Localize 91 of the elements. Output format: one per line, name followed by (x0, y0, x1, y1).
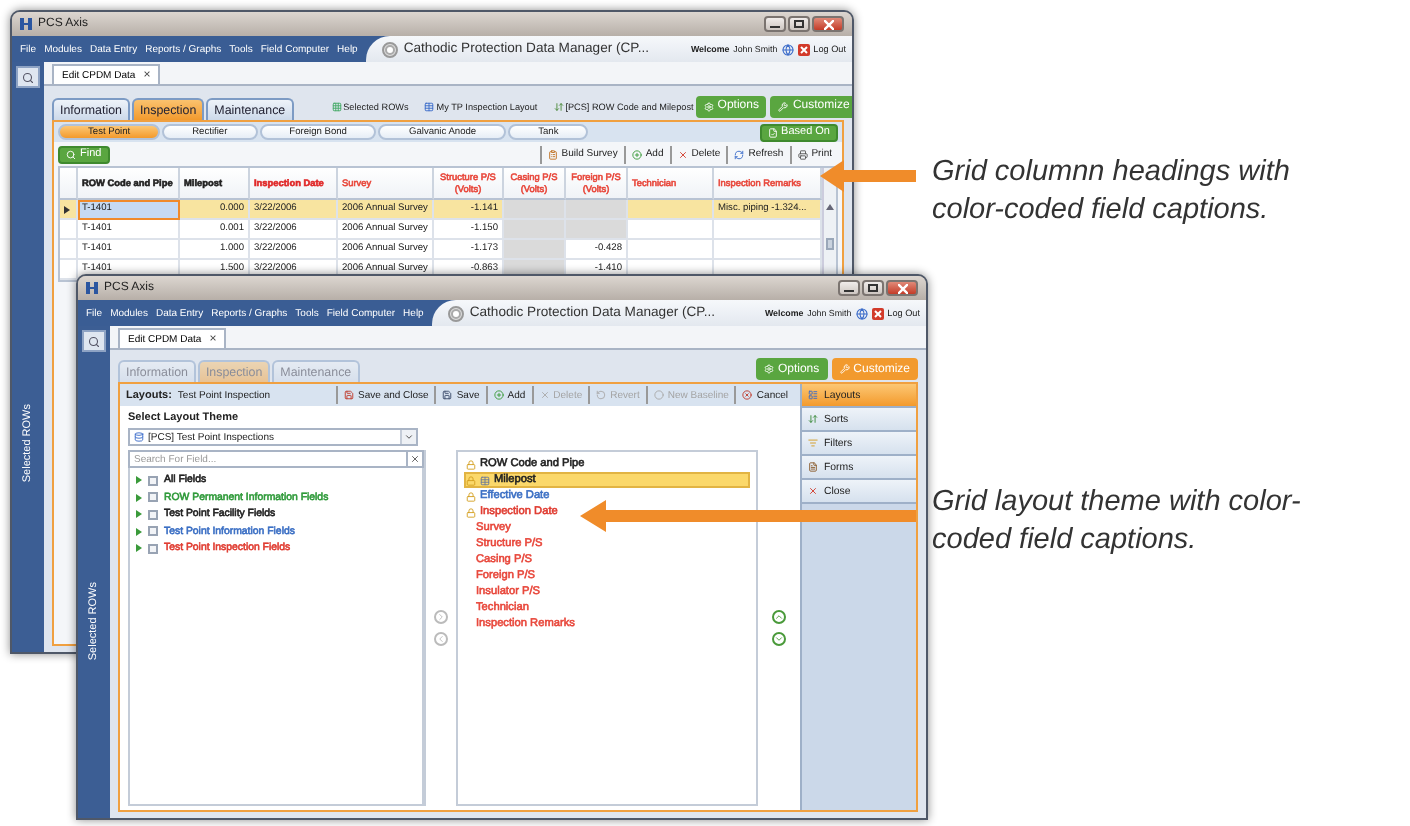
table-cell (504, 200, 566, 220)
minimize-button[interactable] (838, 280, 860, 296)
app-emblem-icon (447, 305, 464, 321)
callout-arrow (820, 160, 916, 192)
search-button[interactable] (16, 66, 40, 88)
grid-icon (331, 101, 342, 111)
move-right-button[interactable] (434, 610, 448, 624)
document-icon (767, 127, 778, 137)
logout-icon (871, 307, 884, 319)
sort-icon (808, 414, 818, 424)
sort-icon (553, 101, 564, 111)
minimize-button[interactable] (764, 16, 786, 32)
app-logo-icon (20, 18, 32, 30)
filter-icon (808, 438, 818, 448)
wrench-icon (778, 101, 789, 111)
table-cell (566, 220, 628, 240)
save-icon (344, 390, 355, 400)
close-button[interactable] (812, 16, 844, 32)
callout-text: Grid columnn headings with color-coded field captions. (932, 154, 1292, 230)
cancel-icon (742, 390, 753, 400)
search-icon (66, 149, 76, 159)
checkbox[interactable] (148, 492, 158, 502)
close-icon (823, 19, 833, 29)
header-corner (60, 168, 78, 200)
table-cell (628, 200, 714, 220)
lock-icon (466, 491, 476, 501)
settings-icon (763, 364, 774, 374)
move-up-button[interactable] (771, 610, 785, 624)
printer-icon (797, 149, 808, 159)
minimize-icon (844, 285, 854, 291)
move-down-button[interactable] (771, 632, 785, 646)
table-cell (566, 200, 628, 220)
checkbox[interactable] (148, 543, 158, 553)
globe-icon (781, 43, 794, 55)
table-cell (714, 220, 822, 240)
expand-arrow-icon[interactable] (136, 527, 142, 535)
chevron-down-icon (773, 634, 783, 644)
checkbox[interactable] (148, 526, 158, 536)
table-icon (424, 101, 435, 111)
expand-arrow-icon[interactable] (136, 544, 142, 552)
settings-icon (703, 101, 714, 111)
search-button[interactable] (82, 330, 106, 352)
form-icon (808, 462, 818, 472)
plus-icon (631, 149, 642, 159)
table-cell (714, 240, 822, 260)
expand-arrow-icon[interactable] (136, 493, 142, 501)
maximize-button[interactable] (788, 16, 810, 32)
logout-icon (797, 43, 810, 55)
chevron-left-icon (436, 634, 446, 644)
database-icon (134, 432, 144, 442)
close-icon (897, 283, 907, 293)
lock-icon (466, 459, 476, 469)
maximize-icon (794, 20, 804, 28)
layout-icon (808, 390, 818, 400)
row-pointer-icon (64, 205, 70, 213)
row-header[interactable] (60, 200, 78, 220)
table-cell (628, 220, 714, 240)
move-left-button[interactable] (434, 632, 448, 646)
refresh-icon (734, 149, 745, 159)
table-cell (504, 220, 566, 240)
maximize-button[interactable] (862, 280, 884, 296)
undo-icon (596, 390, 607, 400)
globe-icon (855, 307, 868, 319)
scroll-up-arrow-icon[interactable] (826, 204, 834, 210)
chevron-right-icon (436, 612, 446, 622)
expand-arrow-icon[interactable] (136, 510, 142, 518)
lock-icon (466, 507, 476, 517)
table-cell (628, 240, 714, 260)
clipboard-icon (547, 149, 558, 159)
callout-text: Grid layout theme with color-coded field captions. (932, 484, 1303, 560)
chevron-up-icon (773, 612, 783, 622)
plus-icon (493, 390, 504, 400)
maximize-icon (868, 284, 878, 292)
scroll-thumb[interactable] (826, 238, 834, 250)
expand-arrow-icon[interactable] (136, 476, 142, 484)
wrench-icon (839, 364, 850, 374)
checkbox[interactable] (148, 475, 158, 485)
search-icon (88, 335, 100, 347)
checkbox[interactable] (148, 509, 158, 519)
table-icon (480, 475, 490, 485)
lock-icon (466, 475, 476, 485)
circle-icon (653, 390, 664, 400)
minimize-icon (770, 21, 780, 27)
clear-button[interactable] (408, 450, 424, 468)
app-logo-icon (86, 282, 98, 294)
app-emblem-icon (381, 41, 398, 57)
close-button[interactable] (886, 280, 918, 296)
table-cell (504, 240, 566, 260)
search-icon (22, 71, 34, 83)
caret-icon (404, 432, 414, 442)
save-icon (442, 390, 453, 400)
